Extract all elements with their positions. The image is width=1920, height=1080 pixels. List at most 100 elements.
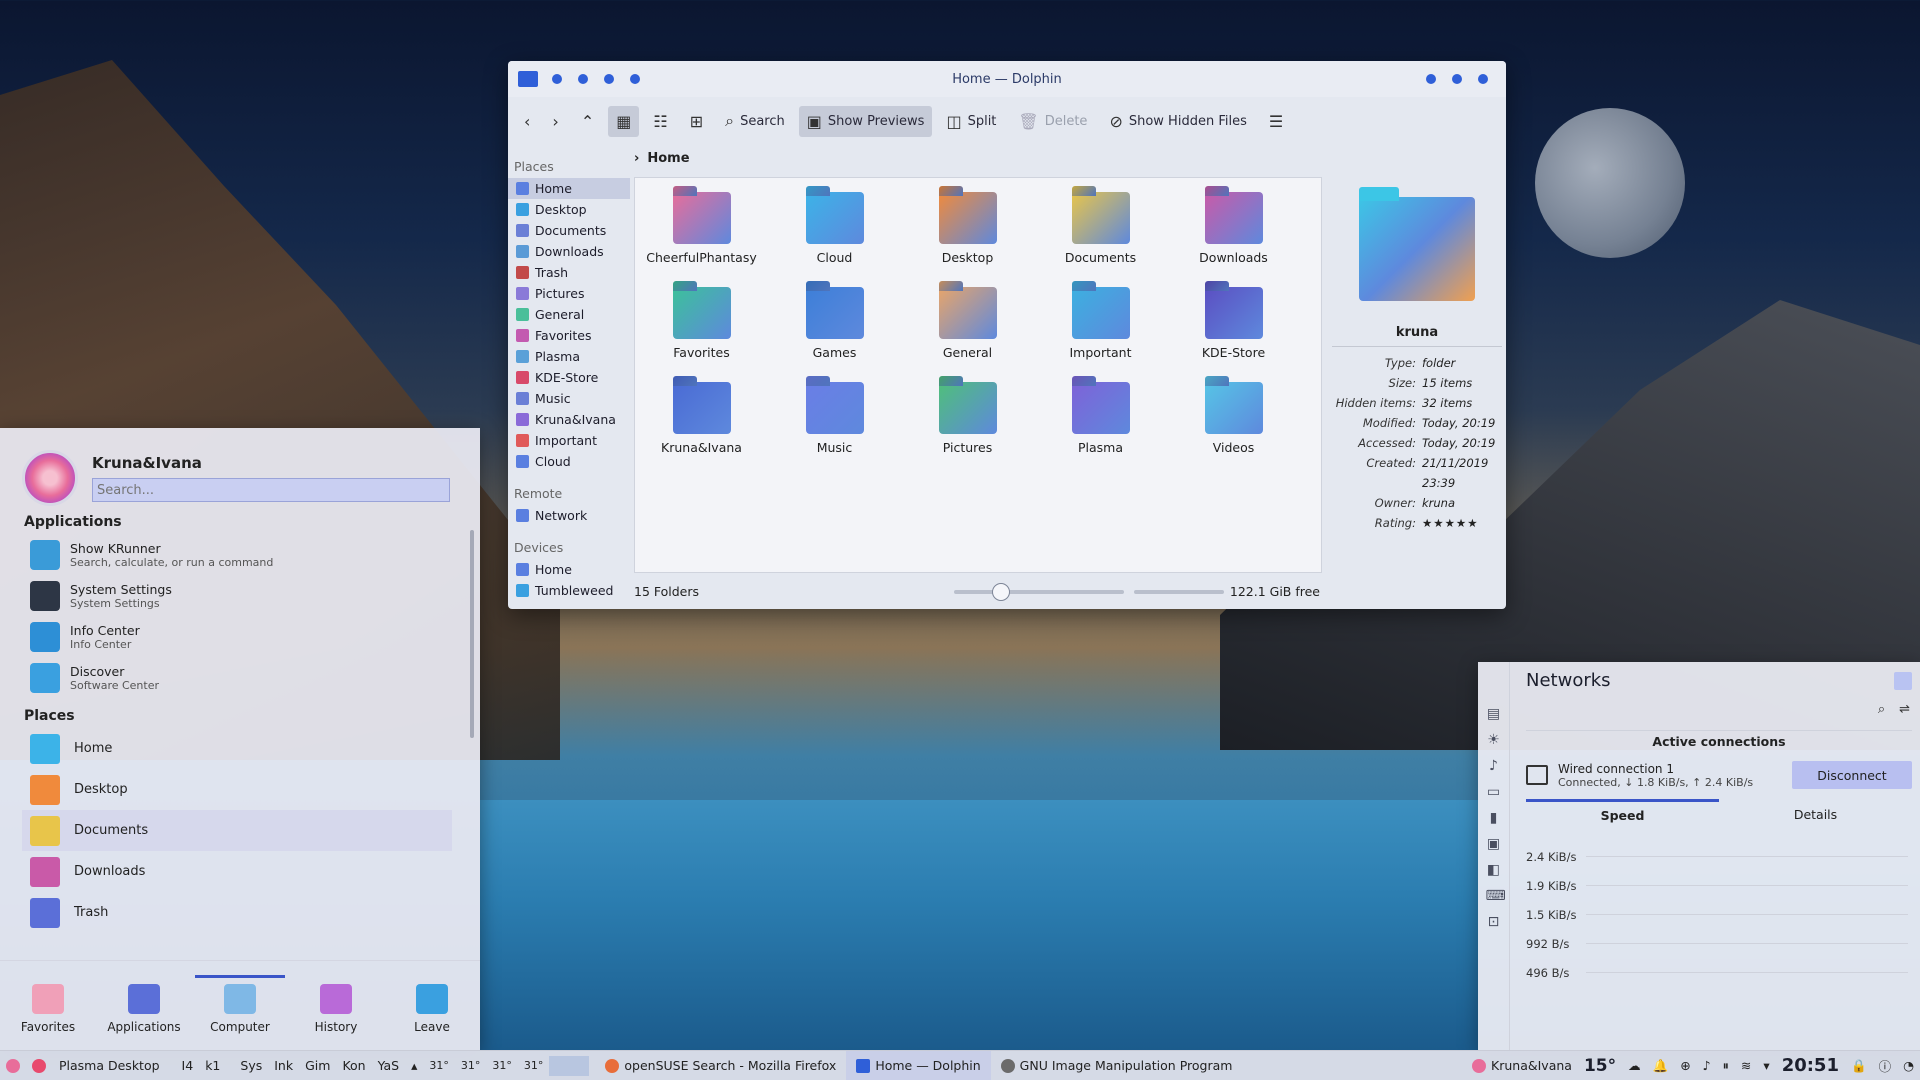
search-button[interactable]: ⌕ Search: [717, 105, 793, 137]
app-entry[interactable]: Show KRunner Search, calculate, or run a …: [0, 534, 480, 575]
delete-button[interactable]: 🗑 Delete: [1010, 106, 1095, 137]
icons-view-button[interactable]: ▦: [608, 105, 640, 137]
split-button[interactable]: ◫ Split: [938, 106, 1004, 137]
forward-button[interactable]: ›: [544, 106, 566, 137]
keyboard-icon[interactable]: ⌨: [1486, 888, 1506, 904]
configure-icon[interactable]: ⇌: [1899, 702, 1910, 717]
sidebar-item-important[interactable]: Important: [508, 430, 630, 451]
hamburger-menu-button[interactable]: ☰: [1261, 106, 1291, 137]
weather-icon[interactable]: ☁: [1622, 1051, 1647, 1080]
place-entry[interactable]: Documents: [22, 810, 452, 851]
folder-item[interactable]: Music: [768, 382, 901, 467]
lock-icon[interactable]: 🔒: [1845, 1051, 1873, 1080]
close-button[interactable]: [1478, 74, 1488, 84]
folder-item[interactable]: Downloads: [1167, 192, 1300, 277]
task-item[interactable]: Home — Dolphin: [846, 1050, 991, 1080]
minimize-button[interactable]: [1426, 74, 1436, 84]
window-keep-below-dot[interactable]: [630, 74, 640, 84]
sidebar-item-tumbleweed[interactable]: Tumbleweed: [508, 580, 630, 601]
launcher-tab-favorites[interactable]: Favorites: [3, 978, 93, 1034]
folder-item[interactable]: Cloud: [768, 192, 901, 277]
show-hidden-files-button[interactable]: ⊘ Show Hidden Files: [1101, 106, 1254, 137]
app-entry[interactable]: Info Center Info Center: [0, 616, 480, 657]
quicklaunch-5[interactable]: YaS: [372, 1051, 406, 1080]
breadcrumb[interactable]: › Home: [634, 151, 690, 166]
sidebar-item-desktop[interactable]: Desktop: [508, 199, 630, 220]
weather-temp[interactable]: 15°: [1578, 1051, 1622, 1080]
battery-icon[interactable]: ▮: [1486, 810, 1502, 826]
sidebar-item-home[interactable]: Home: [508, 559, 630, 580]
notifications-icon[interactable]: 🔔: [1647, 1051, 1675, 1080]
sidebar-item-documents[interactable]: Documents: [508, 220, 630, 241]
folder-item[interactable]: Games: [768, 287, 901, 372]
display-icon[interactable]: ▭: [1486, 784, 1502, 800]
window-menu-dot[interactable]: [552, 74, 562, 84]
zoom-slider-handle[interactable]: [991, 582, 1010, 601]
app-entry[interactable]: Discover Software Center: [0, 657, 480, 698]
clipboard-icon[interactable]: ▤: [1486, 706, 1502, 722]
titlebar[interactable]: Home — Dolphin: [508, 61, 1506, 97]
quicklaunch-1[interactable]: Sys: [234, 1051, 268, 1080]
activity-switcher[interactable]: Plasma Desktop: [26, 1051, 166, 1080]
avatar[interactable]: [22, 450, 78, 506]
sidebar-item-home[interactable]: Home: [508, 178, 630, 199]
folder-item[interactable]: KDE-Store: [1167, 287, 1300, 372]
sidebar-item-favorites[interactable]: Favorites: [508, 325, 630, 346]
sidebar-item-downloads[interactable]: Downloads: [508, 241, 630, 262]
info-icon[interactable]: ⓘ: [1873, 1051, 1898, 1080]
back-button[interactable]: ‹: [516, 106, 538, 137]
network-icon[interactable]: ⊡: [1486, 914, 1502, 930]
zoom-slider[interactable]: [953, 582, 1124, 601]
volume-tray-icon[interactable]: ♪: [1697, 1051, 1717, 1080]
expand-arrow-icon[interactable]: ▴: [405, 1051, 423, 1080]
place-entry[interactable]: Desktop: [0, 769, 452, 810]
sidebar-item-plasma[interactable]: Plasma: [508, 346, 630, 367]
folder-item[interactable]: General: [901, 287, 1034, 372]
quicklaunch-2[interactable]: Ink: [268, 1051, 299, 1080]
launcher-tab-leave[interactable]: Leave: [387, 978, 477, 1034]
brightness-icon[interactable]: ☀: [1486, 732, 1502, 748]
folder-item[interactable]: Videos: [1167, 382, 1300, 467]
sidebar-item-cloud[interactable]: Cloud: [508, 451, 630, 472]
connection-item[interactable]: Wired connection 1 Connected, ↓ 1.8 KiB/…: [1526, 752, 1912, 798]
tab-details[interactable]: Details: [1719, 799, 1912, 830]
task-item[interactable]: openSUSE Search - Mozilla Firefox: [595, 1051, 846, 1080]
breadcrumb-home[interactable]: Home: [647, 151, 689, 166]
task-item[interactable]: GNU Image Manipulation Program: [991, 1051, 1243, 1080]
pin-icon[interactable]: [1894, 672, 1912, 690]
folder-item[interactable]: Plasma: [1034, 382, 1167, 467]
sidebar-item-network[interactable]: Network: [508, 505, 630, 526]
window-keep-above-dot[interactable]: [604, 74, 614, 84]
media-icon[interactable]: ⏸: [1717, 1051, 1735, 1080]
clock[interactable]: 20:51: [1776, 1051, 1845, 1080]
app-entry[interactable]: System Settings System Settings: [0, 575, 480, 616]
file-view[interactable]: CheerfulPhantasy Cloud Desktop Documents Dow…: [634, 177, 1322, 573]
sidebar-item-kde-store[interactable]: KDE-Store: [508, 367, 630, 388]
volume-icon[interactable]: ♪: [1486, 758, 1502, 774]
folder-item[interactable]: Documents: [1034, 192, 1167, 277]
sidebar-item-trash[interactable]: Trash: [508, 262, 630, 283]
quicklaunch-4[interactable]: Kon: [336, 1051, 371, 1080]
app-launcher-button[interactable]: [0, 1051, 26, 1080]
monitor-icon[interactable]: ▣: [1486, 836, 1502, 852]
sidebar-item-music[interactable]: Music: [508, 388, 630, 409]
folder-item[interactable]: Pictures: [901, 382, 1034, 467]
folder-item[interactable]: CheerfulPhantasy: [635, 192, 768, 277]
launcher-scrollbar[interactable]: [470, 530, 474, 738]
tab-speed[interactable]: Speed: [1526, 799, 1719, 830]
place-entry[interactable]: Downloads: [0, 851, 452, 892]
pager-desktop-2[interactable]: k1: [199, 1051, 226, 1080]
show-previews-button[interactable]: ▣ Show Previews: [798, 105, 933, 137]
details-view-button[interactable]: ⊞: [682, 106, 711, 137]
launcher-tab-computer[interactable]: Computer: [195, 974, 285, 1034]
launcher-search-input[interactable]: [92, 478, 450, 502]
sidebar-item-kruna-ivana[interactable]: Kruna&Ivana: [508, 409, 630, 430]
system-monitor-icon[interactable]: [549, 1055, 590, 1076]
kde-connect-icon[interactable]: ◧: [1486, 862, 1502, 878]
launcher-tab-history[interactable]: History: [291, 978, 381, 1034]
rating-stars[interactable]: ★★★★★: [1422, 513, 1502, 533]
place-entry[interactable]: Home: [0, 728, 452, 769]
sidebar-item-general[interactable]: General: [508, 304, 630, 325]
folder-item[interactable]: Favorites: [635, 287, 768, 372]
folder-item[interactable]: Important: [1034, 287, 1167, 372]
